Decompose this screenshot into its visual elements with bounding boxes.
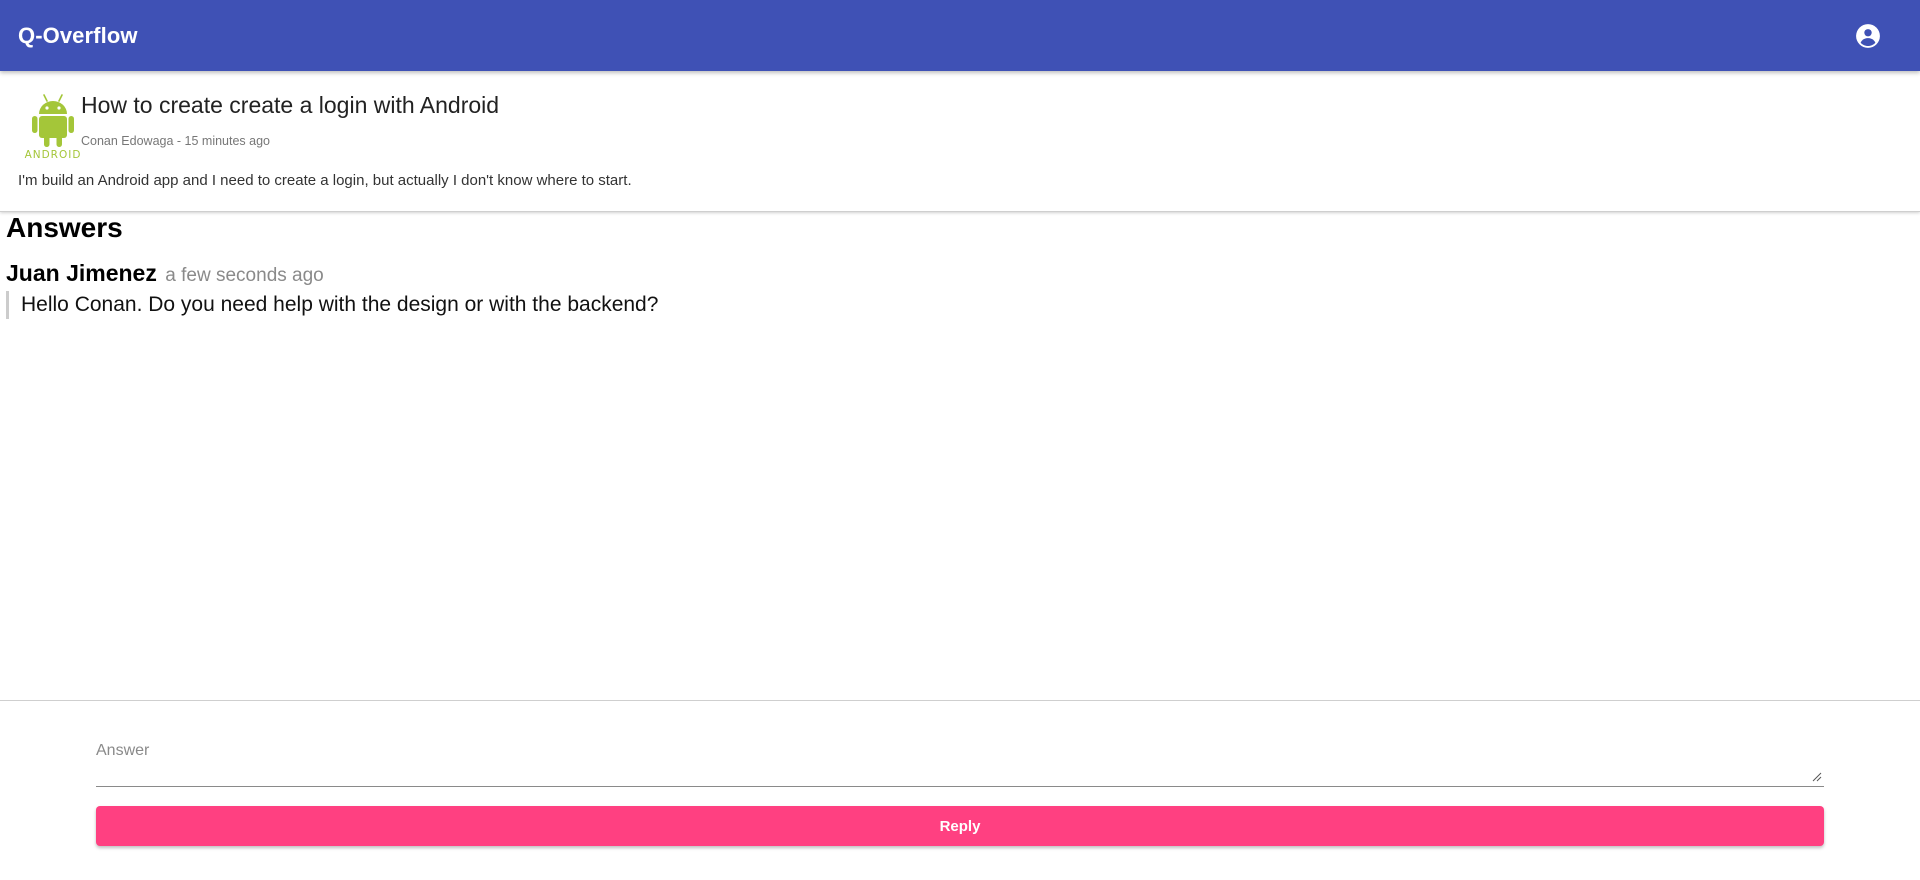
question-avatar: ANDROID: [18, 89, 88, 161]
app-bar: Q-Overflow: [0, 0, 1920, 71]
answer-body: Hello Conan. Do you need help with the d…: [6, 291, 1906, 319]
android-logo-icon: ANDROID: [25, 94, 82, 161]
answers-heading: Answers: [6, 212, 123, 243]
account-circle-icon: [1856, 23, 1880, 48]
answer-input[interactable]: [96, 736, 1824, 786]
answer-header: Juan Jimenez a few seconds ago: [6, 260, 1906, 287]
reply-button[interactable]: Reply: [96, 806, 1824, 846]
divider: [0, 700, 1920, 701]
question-meta: Conan Edowaga - 15 minutes ago: [81, 134, 271, 148]
account-button[interactable]: [1846, 14, 1890, 58]
question-body: I'm build an Android app and I need to c…: [18, 172, 632, 189]
answer-time: a few seconds ago: [165, 265, 324, 286]
question-card: ANDROID How to create create a login wit…: [0, 71, 1920, 212]
answer-field: [96, 736, 1824, 787]
app-title[interactable]: Q-Overflow: [18, 23, 1846, 49]
answer-item: Juan Jimenez a few seconds ago Hello Con…: [6, 260, 1906, 319]
question-title: How to create create a login with Androi…: [81, 92, 500, 118]
resize-handle-icon[interactable]: [1812, 772, 1822, 782]
svg-text:ANDROID: ANDROID: [25, 149, 82, 159]
answer-author: Juan Jimenez: [6, 260, 157, 286]
